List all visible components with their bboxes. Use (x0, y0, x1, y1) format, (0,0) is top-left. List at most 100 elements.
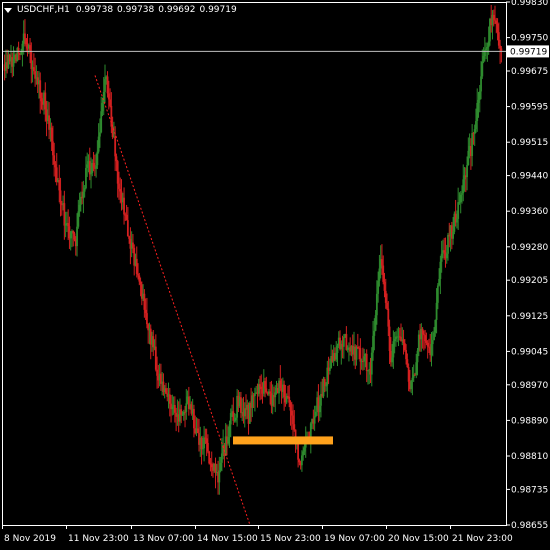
candle-body (114, 136, 117, 157)
price-tick-label: 0.99125 (511, 312, 548, 322)
candle-body (107, 93, 110, 100)
candle-body (391, 357, 394, 363)
candle-body (69, 231, 72, 239)
candle-body (78, 204, 81, 212)
candle-body (59, 190, 62, 205)
candle-body (269, 391, 272, 394)
candle-body (393, 339, 396, 342)
candle-body (471, 133, 474, 157)
candle-body (110, 105, 113, 127)
candle-body (328, 367, 331, 371)
trendline[interactable] (94, 75, 251, 526)
candle-body (264, 381, 266, 389)
current-price-label: 0.99719 (510, 47, 547, 57)
candle-body (102, 91, 105, 103)
chevron-down-icon[interactable] (4, 7, 12, 13)
candle-body (486, 47, 489, 49)
candle-body (30, 50, 33, 69)
candle-body (421, 328, 424, 335)
candle-body (477, 99, 480, 103)
candle-body (227, 436, 230, 444)
candle-body (372, 335, 374, 353)
price-tick-label: 0.98735 (511, 485, 548, 495)
candle-body (146, 313, 148, 325)
candle-body (123, 197, 125, 215)
candle-body (415, 362, 418, 375)
candle-body (496, 23, 499, 33)
candle-body (233, 420, 236, 422)
candle-body (500, 48, 503, 51)
time-tick-label: 8 Nov 2019 (4, 534, 56, 544)
candle-body (438, 278, 441, 286)
candle-body (104, 79, 106, 92)
candle-body (383, 281, 386, 291)
chart-window[interactable]: 0.99830 0.99750 0.99675 0.99595 0.99515 0.994… (0, 0, 550, 550)
candle-body (288, 396, 291, 403)
chart-frame (2, 2, 507, 526)
price-tick-label: 0.99360 (511, 207, 548, 217)
candle-body (232, 411, 235, 421)
candle-body (207, 442, 209, 452)
candle-body (410, 380, 413, 390)
candle-body (115, 156, 118, 162)
candle-body (137, 273, 139, 276)
candle-body (44, 92, 47, 110)
open-value: 0.99738 (75, 5, 114, 15)
candle-body (318, 405, 321, 413)
candle-body (434, 319, 437, 333)
candle-body (21, 43, 24, 52)
candle-body (290, 410, 293, 416)
candle-body (435, 302, 438, 320)
candle-body (292, 415, 294, 425)
candle-body (39, 80, 42, 99)
candle-body (426, 342, 429, 347)
candle-body (228, 424, 231, 437)
price-tick-label: 0.99515 (511, 138, 548, 148)
candle-body (67, 223, 70, 227)
time-tick-label: 14 Nov 15:00 (197, 534, 258, 544)
time-tick-label: 21 Nov 23:00 (452, 534, 513, 544)
candle-body (95, 165, 98, 169)
price-tick-label: 0.99675 (511, 67, 548, 77)
price-chart[interactable]: 0.99830 0.99750 0.99675 0.99595 0.99515 0.994… (0, 0, 550, 550)
candle-body (154, 346, 157, 370)
candle-body (196, 428, 199, 433)
candle-body (388, 326, 391, 351)
candle-body (445, 253, 448, 259)
candle-body (303, 447, 306, 452)
candle-body (313, 416, 316, 424)
candle-body (85, 167, 87, 189)
candle-body (487, 41, 490, 48)
candle-body (403, 343, 406, 351)
candle-body (12, 59, 15, 67)
candle-body (433, 332, 435, 341)
candle-body (260, 386, 263, 390)
candle-body (29, 45, 31, 51)
candle-body (240, 397, 242, 413)
time-tick-label: 19 Nov 07:00 (324, 534, 385, 544)
candle-body (497, 32, 500, 46)
candle-body (92, 162, 95, 168)
chart-header: USDCHF,H1 0.99738 0.99738 0.99692 0.9971… (4, 3, 241, 17)
support-zone[interactable] (233, 436, 333, 445)
candle-body (97, 136, 100, 152)
candle-body (381, 259, 383, 266)
price-tick-label: 0.98890 (511, 416, 548, 426)
candle-body (168, 394, 171, 404)
candle-body (152, 336, 155, 348)
candle-body (466, 165, 468, 178)
candle-body (384, 290, 387, 303)
candle-body (24, 33, 26, 39)
candle-body (184, 411, 186, 413)
candle-body (431, 340, 434, 345)
candle-body (251, 395, 254, 408)
candle-body (32, 67, 35, 72)
candle-body (203, 437, 205, 449)
candle-body (132, 242, 134, 248)
symbol-timeframe: USDCHF,H1 (17, 5, 70, 15)
candle-body (214, 463, 217, 473)
candle-body (229, 413, 232, 425)
price-tick-label: 0.99750 (511, 34, 548, 44)
price-tick-label: 0.98810 (511, 452, 548, 462)
candle-body (473, 129, 476, 134)
